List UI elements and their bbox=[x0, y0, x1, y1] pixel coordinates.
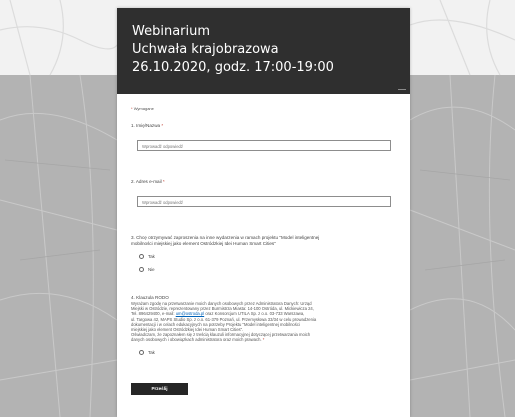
radio-circle[interactable] bbox=[139, 254, 144, 259]
form-card: Webinarium Uchwała krajobrazowa 26.10.20… bbox=[117, 8, 410, 417]
radio-circle[interactable] bbox=[139, 350, 144, 355]
email-link[interactable]: um@ostroda.pl bbox=[176, 311, 204, 316]
header-dash bbox=[398, 89, 406, 90]
form-subtitle: Uchwała krajobrazowa bbox=[132, 42, 279, 57]
question-email-label: 2. Adres e-mail * bbox=[131, 179, 165, 184]
rodo-clause-text: Wyrażam zgodę na przetwarzanie moich dan… bbox=[131, 301, 317, 343]
question-invitations-label: 3. Chcę otrzymywać zaproszenia na inne w… bbox=[131, 235, 320, 246]
form-title: Webinarium bbox=[132, 24, 211, 39]
radio-circle[interactable] bbox=[139, 267, 144, 272]
question-rodo-label: 4. Klauzula RODO bbox=[131, 295, 169, 300]
email-input[interactable]: Wprowadź odpowiedź bbox=[137, 196, 391, 207]
form-datetime: 26.10.2020, godz. 17:00-19:00 bbox=[132, 60, 334, 75]
name-input[interactable]: Wprowadź odpowiedź bbox=[137, 140, 391, 151]
question-name-label: 1. Imię/Nazwa * bbox=[131, 123, 164, 128]
form-header: Webinarium Uchwała krajobrazowa 26.10.20… bbox=[117, 8, 410, 94]
required-note: * Wymagane bbox=[131, 106, 154, 111]
submit-button[interactable]: Prześlij bbox=[131, 383, 188, 395]
